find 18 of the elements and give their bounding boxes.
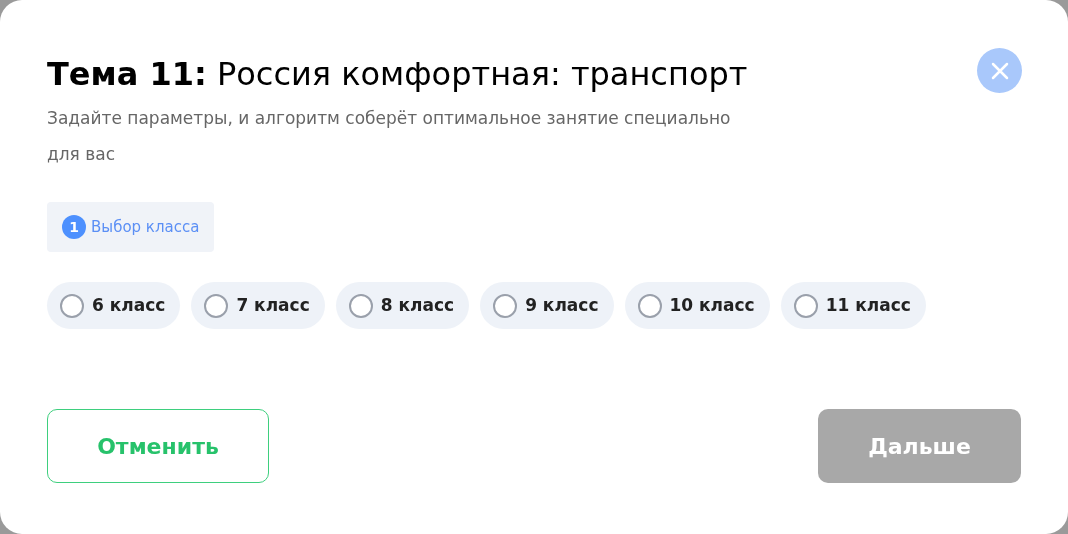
grade-option[interactable]: 8 класс [335,282,470,329]
grade-option[interactable]: 10 класс [624,282,770,329]
radio-button[interactable] [348,293,373,318]
close-button[interactable] [977,48,1022,93]
radio-button[interactable] [60,293,84,318]
step-number: 1 [62,215,86,239]
radio-button[interactable] [637,293,662,318]
step-label: Выбор класса [91,216,200,238]
radio-button[interactable] [493,293,518,318]
grade-option[interactable]: 9 класс [480,282,614,329]
dialog-title: Тема 11: Россия комфортная: транспорт [47,54,748,95]
grade-option[interactable]: 7 класс [191,282,325,329]
radio-button[interactable] [793,293,818,318]
grade-option[interactable]: 11 класс [780,282,926,329]
grade-option[interactable]: 6 класс [47,282,181,329]
dialog-subtitle: Задайте параметры, и алгоритм соберёт оптимальное занятие специально для вас [47,107,732,166]
radio-button[interactable] [204,293,229,318]
close-icon [989,60,1010,81]
